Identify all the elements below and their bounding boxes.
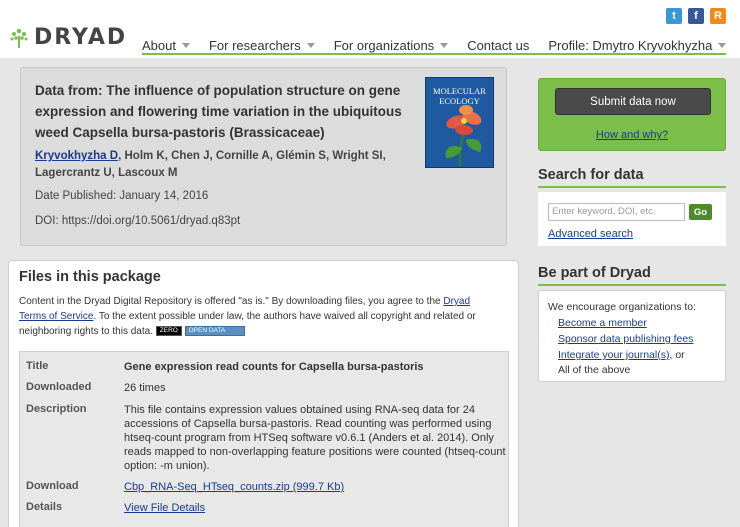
part-intro: We encourage organizations to: <box>548 301 697 313</box>
sponsor-fees-link[interactable]: Sponsor data publishing fees <box>558 333 693 345</box>
article-authors: Kryvokhyzha D, Holm K, Chen J, Cornille … <box>35 148 415 182</box>
nav-underline <box>142 53 726 55</box>
date-published: Date Published: January 14, 2016 <box>35 190 209 202</box>
nav-for-researchers[interactable]: For researchers <box>209 38 315 53</box>
rss-icon[interactable]: R <box>710 8 726 24</box>
integrate-journal-line: Integrate your journal(s), or <box>558 349 685 361</box>
caret-down-icon <box>440 43 449 48</box>
submit-data-box: Submit data now How and why? <box>538 78 726 151</box>
journal-cover-image: MOLECULAR ECOLOGY <box>425 77 494 168</box>
nav-label: About <box>142 38 176 53</box>
caret-down-icon <box>306 43 315 48</box>
nav-label: Contact us <box>467 38 530 53</box>
part-of-dryad-box: We encourage organizations to: Become a … <box>538 290 726 382</box>
notice-text-pre: Content in the Dryad Digital Repository … <box>19 296 444 307</box>
details-label: Details <box>26 501 63 513</box>
download-file-link[interactable]: Cbp_RNA-Seq_HTseq_counts.zip (999.7 Kb) <box>124 480 506 494</box>
terms-notice: Content in the Dryad Digital Repository … <box>19 294 494 339</box>
caret-down-icon <box>181 43 190 48</box>
title-label: Title <box>26 360 49 372</box>
file-title: Gene expression read counts for Capsella… <box>124 361 424 373</box>
nav-contact-us[interactable]: Contact us <box>467 38 529 53</box>
nav-label: For organizations <box>333 38 435 53</box>
article-summary: Data from: The influence of population s… <box>20 67 507 246</box>
article-title: Data from: The influence of population s… <box>35 83 402 140</box>
become-member-link[interactable]: Become a member <box>558 317 647 329</box>
downloaded-label: Downloaded <box>26 381 92 393</box>
nav-for-organizations[interactable]: For organizations <box>333 38 449 53</box>
submit-data-button[interactable]: Submit data now <box>555 88 711 115</box>
file-details-table: Title Gene expression read counts for Ca… <box>19 351 509 527</box>
logo-text: DRYAD <box>34 25 128 50</box>
search-input[interactable]: Enter keyword, DOI, etc. <box>548 203 685 221</box>
description-label: Description <box>26 403 87 415</box>
facebook-icon[interactable]: f <box>688 8 704 24</box>
download-count: 26 times <box>124 382 166 394</box>
part-of-dryad-heading: Be part of Dryad <box>538 265 726 286</box>
go-button[interactable]: Go <box>689 204 712 220</box>
how-and-why-link[interactable]: How and why? <box>596 129 668 141</box>
flower-illustration <box>445 105 482 167</box>
nav-about[interactable]: About <box>142 38 190 53</box>
site-header: t f R DRYAD About For researchers For or… <box>0 0 740 58</box>
caret-down-icon <box>718 43 727 48</box>
twitter-icon[interactable]: t <box>666 8 682 24</box>
nav-profile[interactable]: Profile: Dmytro Kryvokhyzha <box>548 38 727 53</box>
search-box: Enter keyword, DOI, etc. Go Advanced sea… <box>538 192 726 246</box>
integrate-journal-link[interactable]: Integrate your journal(s) <box>558 349 669 361</box>
file-description: This file contains expression values obt… <box>124 404 506 472</box>
open-data-badge[interactable]: OPEN DATA <box>184 326 245 337</box>
view-file-details-link[interactable]: View File Details <box>124 501 506 515</box>
nav-label: For researchers <box>208 38 301 53</box>
tree-icon <box>10 28 28 48</box>
dryad-logo[interactable]: DRYAD <box>10 25 127 50</box>
main-nav: About For researchers For organizations … <box>142 38 727 53</box>
nav-label: Profile: Dmytro Kryvokhyzha <box>548 38 713 53</box>
cc-zero-badge[interactable]: ZERO <box>155 326 182 337</box>
author-link[interactable]: Kryvokhyzha D <box>35 150 118 162</box>
files-panel: Files in this package Content in the Dry… <box>8 260 519 527</box>
search-heading: Search for data <box>538 167 726 188</box>
social-links: t f R <box>666 8 726 24</box>
download-label: Download <box>26 480 79 492</box>
or-text: , or <box>669 349 685 361</box>
files-heading: Files in this package <box>19 269 161 285</box>
all-of-above-text: All of the above <box>558 364 631 376</box>
article-doi: DOI: https://doi.org/10.5061/dryad.q83pt <box>35 215 241 227</box>
advanced-search-link[interactable]: Advanced search <box>548 228 633 240</box>
